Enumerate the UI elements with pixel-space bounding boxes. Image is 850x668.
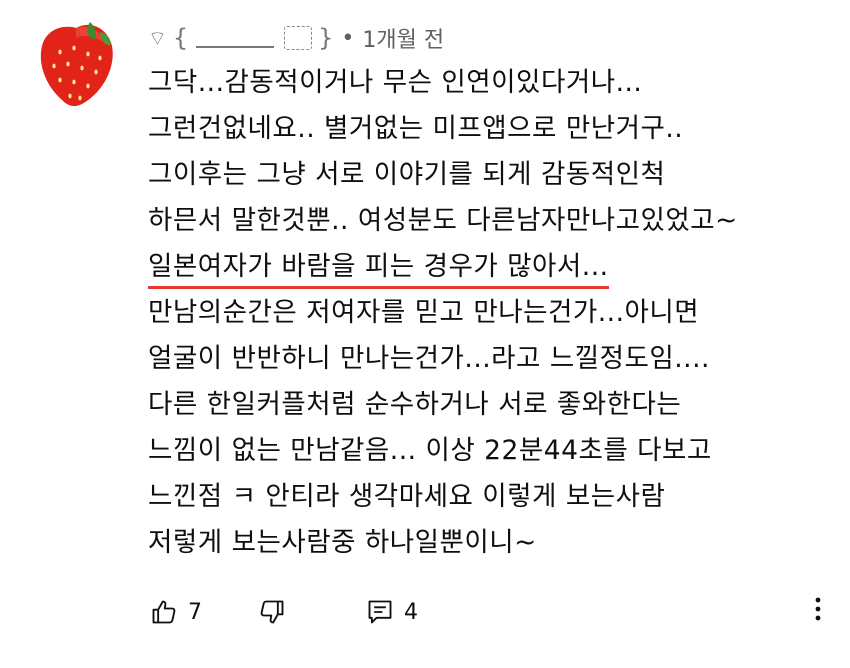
strawberry-avatar-icon bbox=[40, 22, 113, 107]
underlined-text: 일본여자가 바람을 피는 경우가 많아서... bbox=[148, 251, 609, 289]
comment-line-underlined: 일본여자가 바람을 피는 경우가 많아서... bbox=[148, 244, 838, 290]
redacted-author-name[interactable] bbox=[196, 28, 275, 48]
comment-line: 하믄서 말한것뿐.. 여성분도 다른남자만나고있었고~ bbox=[148, 205, 738, 236]
comment-timestamp[interactable]: 1개월 전 bbox=[362, 22, 444, 54]
comment-line: 다른 한일커플처럼 순수하거나 서로 좋와한다는 bbox=[148, 389, 682, 420]
comment-icon bbox=[368, 600, 392, 624]
comment-line: 느낌이 없는 만남같음... 이상 22분44초를 다보고 bbox=[148, 435, 712, 466]
thumbs-up-icon bbox=[152, 600, 176, 624]
comment-line: 만남의순간은 저여자를 믿고 만나는건가...아니면 bbox=[148, 297, 700, 328]
reply-button[interactable]: 4 bbox=[366, 598, 418, 626]
comment-line: 얼굴이 반반하니 만나는건가...라고 느낄정도임.... bbox=[148, 343, 710, 374]
comment-line: 그이후는 그냥 서로 이야기를 되게 감동적인척 bbox=[148, 159, 666, 190]
avatar[interactable] bbox=[30, 18, 122, 110]
like-count: 7 bbox=[188, 599, 202, 625]
reply-count: 4 bbox=[404, 599, 418, 625]
comment-text: 그닥...감동적이거나 무슨 인연이있다거나... 그런건없네요.. 별거없는 … bbox=[148, 60, 838, 566]
comment-line: 그닥...감동적이거나 무슨 인연이있다거나... bbox=[148, 67, 643, 98]
comment-header: ⌔ { } • 1개월 전 bbox=[148, 18, 444, 58]
author-handle-prefix[interactable]: ⌔ bbox=[148, 26, 167, 51]
comment-line: 그런건없네요.. 별거없는 미프앱으로 만난거구.. bbox=[148, 113, 684, 144]
thumbs-down-icon bbox=[260, 600, 284, 624]
header-separator: • bbox=[341, 25, 355, 51]
redacted-author-box bbox=[284, 26, 313, 50]
comment-line: 느낀점 ㅋ 안티라 생각마세요 이렇게 보는사람 bbox=[148, 481, 666, 512]
more-vert-icon bbox=[815, 597, 821, 621]
more-options-button[interactable] bbox=[806, 595, 830, 629]
redacted-author-right: } bbox=[318, 24, 334, 52]
redacted-author-left: { bbox=[172, 24, 189, 52]
dislike-button[interactable] bbox=[258, 598, 286, 626]
like-button[interactable]: 7 bbox=[150, 598, 202, 626]
comment-actions: 7 4 bbox=[150, 592, 830, 632]
comment-line: 저렇게 보는사람중 하나일뿐이니~ bbox=[148, 527, 537, 558]
